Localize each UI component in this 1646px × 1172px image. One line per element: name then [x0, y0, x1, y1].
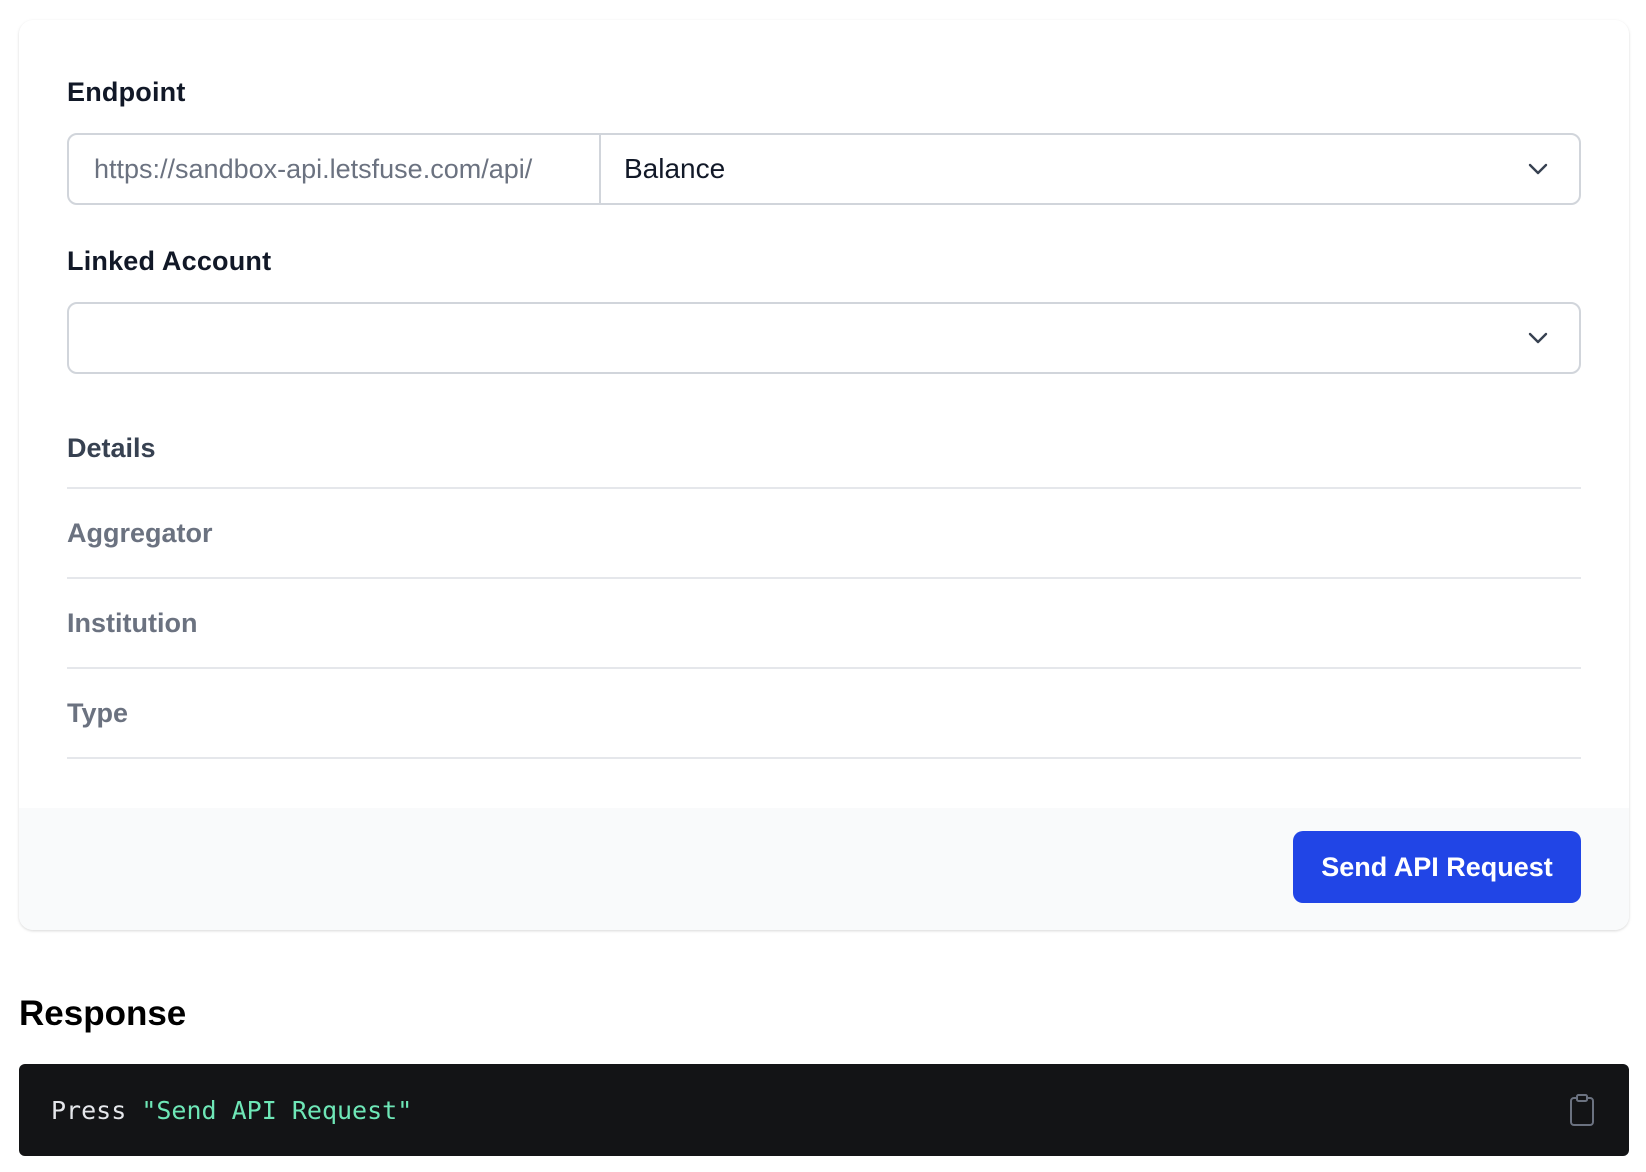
details-row-aggregator: Aggregator — [67, 489, 1581, 579]
card-body: Endpoint https://sandbox-api.letsfuse.co… — [19, 20, 1629, 808]
linked-account-label: Linked Account — [67, 246, 272, 276]
details-title: Details — [67, 433, 156, 463]
response-code-text: Press "Send API Request" — [51, 1096, 412, 1125]
clipboard-icon[interactable] — [1567, 1093, 1597, 1127]
response-title: Response — [19, 994, 187, 1033]
chevron-down-icon — [1525, 325, 1551, 351]
code-keyword: Press — [51, 1095, 127, 1125]
linked-account-select[interactable] — [67, 302, 1581, 374]
send-api-request-button[interactable]: Send API Request — [1293, 831, 1581, 903]
api-request-card: Endpoint https://sandbox-api.letsfuse.co… — [19, 20, 1629, 930]
endpoint-label: Endpoint — [67, 77, 186, 107]
response-code-block: Press "Send API Request" — [19, 1064, 1629, 1156]
details-row-institution: Institution — [67, 579, 1581, 669]
endpoint-select[interactable]: Balance — [601, 135, 1579, 203]
endpoint-input-group: https://sandbox-api.letsfuse.com/api/ Ba… — [67, 133, 1581, 205]
card-footer: Send API Request — [19, 808, 1629, 930]
endpoint-prefix: https://sandbox-api.letsfuse.com/api/ — [69, 135, 601, 203]
chevron-down-icon — [1525, 156, 1551, 182]
code-string: "Send API Request" — [141, 1095, 413, 1125]
details-row-type: Type — [67, 669, 1581, 759]
endpoint-selected-value: Balance — [624, 153, 726, 184]
details-list: Aggregator Institution Type — [67, 487, 1581, 759]
